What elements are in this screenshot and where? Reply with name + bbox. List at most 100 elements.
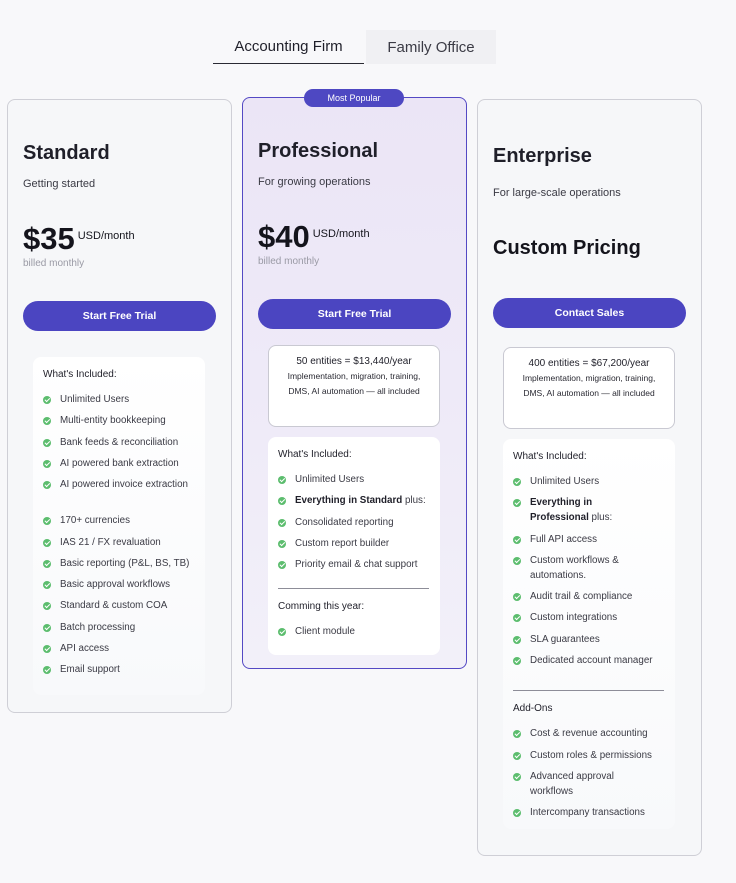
section-divider — [513, 690, 664, 691]
feature-label: plus: — [402, 495, 426, 506]
feature-item: Basic approval workflows — [43, 577, 203, 592]
feature-item: Unlimited Users — [43, 392, 203, 407]
check-icon — [278, 539, 286, 548]
feature-item: SLA guarantees — [513, 632, 653, 647]
included-heading: What's Included: — [513, 451, 587, 462]
feature-item: AI powered invoice extraction — [43, 477, 203, 492]
feature-item: Bank feeds & reconciliation — [43, 435, 203, 450]
check-icon — [43, 516, 51, 525]
feature-label: Audit trail & compliance — [530, 591, 633, 602]
contact-sales-button[interactable]: Contact Sales — [493, 298, 686, 328]
feature-text: Unlimited Users — [60, 394, 130, 405]
plan-name: Enterprise — [493, 145, 592, 167]
feature-item: Consolidated reporting — [278, 515, 438, 530]
entity-pricing-box: 50 entities = $13,440/year Implementatio… — [268, 345, 440, 427]
check-icon — [513, 535, 521, 544]
feature-text: Intercompany transactions — [530, 807, 645, 818]
feature-text: SLA guarantees — [530, 632, 600, 647]
check-icon — [43, 623, 51, 632]
feature-item: Cost & revenue accounting — [513, 726, 653, 741]
feature-item: Audit trail & compliance — [513, 589, 653, 604]
feature-text: Multi-entity bookkeeping — [60, 415, 166, 426]
feature-item: Client module — [278, 624, 438, 639]
entity-pricing-details: Implementation, migration, training, DMS… — [522, 373, 656, 398]
feature-text: Dedicated account manager — [530, 653, 653, 668]
entity-pricing-box: 400 entities = $67,200/year Implementati… — [503, 347, 675, 429]
entity-pricing-headline: 50 entities = $13,440/year — [296, 356, 412, 367]
feature-text: Cost & revenue accounting — [530, 728, 648, 739]
price-amount: $35 — [23, 221, 75, 256]
feature-label: Custom report builder — [295, 538, 390, 549]
feature-label: Custom workflows & automations. — [530, 555, 619, 581]
check-icon — [43, 438, 51, 447]
feature-text: Custom integrations — [530, 610, 617, 625]
check-icon — [43, 601, 51, 610]
feature-text: AI powered invoice extraction — [60, 479, 188, 490]
tab-accounting-firm[interactable]: Accounting Firm — [213, 30, 364, 64]
feature-text: 170+ currencies — [60, 515, 130, 526]
billing-period: billed monthly — [23, 258, 85, 269]
check-icon — [278, 496, 286, 505]
plan-name: Professional — [258, 140, 379, 162]
feature-item: Basic reporting (P&L, BS, TB) — [43, 556, 203, 571]
feature-item: IAS 21 / FX revaluation — [43, 535, 203, 550]
check-icon — [43, 665, 51, 674]
feature-text: Full API access — [530, 532, 597, 547]
feature-label: Unlimited Users — [530, 476, 600, 487]
feature-item: Unlimited Users — [278, 472, 438, 487]
check-icon — [278, 475, 286, 484]
plan-subtitle: For large-scale operations — [493, 187, 621, 199]
feature-text: IAS 21 / FX revaluation — [60, 537, 161, 548]
feature-text: Unlimited Users — [530, 474, 599, 489]
check-icon — [43, 644, 51, 653]
check-icon — [43, 538, 51, 547]
most-popular-badge: Most Popular — [304, 89, 404, 107]
feature-item: Batch processing — [43, 620, 203, 635]
feature-text: Email support — [60, 664, 120, 675]
feature-item: Custom report builder — [278, 536, 438, 551]
start-free-trial-button[interactable]: Start Free Trial — [258, 299, 451, 329]
feature-label: Priority email & chat support — [295, 559, 418, 570]
feature-text: Everything in Standard plus: — [295, 493, 426, 508]
check-icon — [43, 480, 51, 489]
feature-item: Custom integrations — [513, 610, 653, 625]
feature-text: Unlimited Users — [295, 472, 364, 487]
feature-text: AI powered bank extraction — [60, 458, 179, 469]
entity-pricing-details: Implementation, migration, training, DMS… — [287, 371, 421, 396]
feature-label: Custom integrations — [530, 612, 618, 623]
feature-label: Consolidated reporting — [295, 517, 394, 528]
feature-text: Basic reporting (P&L, BS, TB) — [60, 558, 190, 569]
included-heading: What's Included: — [43, 369, 117, 380]
check-icon — [513, 592, 521, 601]
check-icon — [513, 635, 521, 644]
feature-item: AI powered bank extraction — [43, 456, 203, 471]
feature-text: Basic approval workflows — [60, 579, 170, 590]
feature-text: Bank feeds & reconciliation — [60, 437, 179, 448]
check-icon — [278, 627, 286, 636]
check-icon — [513, 808, 521, 817]
feature-text: Audit trail & compliance — [530, 589, 632, 604]
check-icon — [513, 613, 521, 622]
feature-text: Advanced approval workflows — [530, 771, 614, 797]
tab-family-office[interactable]: Family Office — [366, 30, 496, 64]
entity-pricing-headline: 400 entities = $67,200/year — [528, 358, 650, 369]
plan-price: $35 USD/month — [23, 221, 135, 257]
check-icon — [513, 751, 521, 760]
check-icon — [43, 459, 51, 468]
check-icon — [513, 498, 521, 507]
feature-text: Custom workflows & automations. — [530, 553, 653, 583]
feature-text: Standard & custom COA — [60, 600, 168, 611]
included-heading: What's Included: — [278, 449, 352, 460]
feature-item: Standard & custom COA — [43, 598, 203, 613]
feature-item: Multi-entity bookkeeping — [43, 413, 203, 428]
price-unit: USD/month — [77, 230, 135, 242]
feature-text: Consolidated reporting — [295, 515, 394, 530]
feature-label: Unlimited Users — [295, 474, 365, 485]
start-free-trial-button[interactable]: Start Free Trial — [23, 301, 216, 331]
check-icon — [513, 556, 521, 565]
feature-item: Advanced approval workflows — [513, 769, 653, 799]
section-divider — [278, 588, 429, 589]
feature-item: Full API access — [513, 532, 653, 547]
feature-item: Intercompany transactions — [513, 805, 653, 820]
custom-pricing-label: Custom Pricing — [493, 237, 641, 259]
